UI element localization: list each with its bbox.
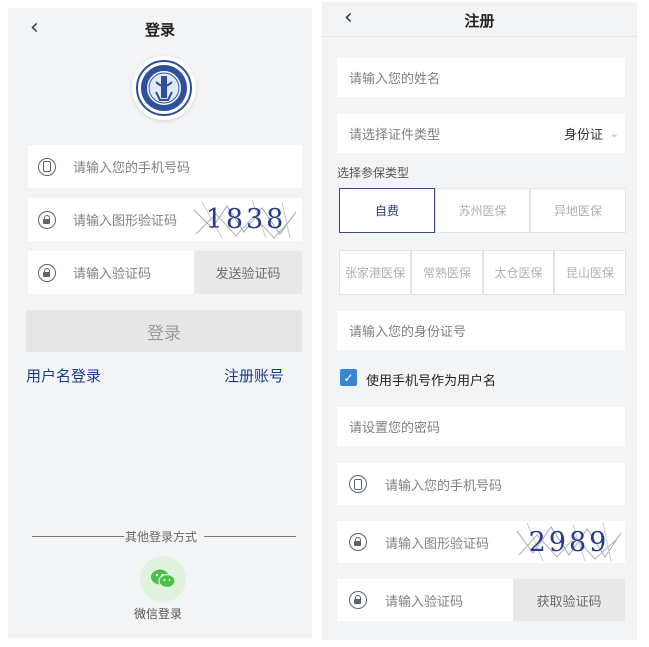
- code-input[interactable]: 请输入验证码: [73, 263, 151, 282]
- register-link[interactable]: 注册账号: [224, 365, 284, 386]
- captcha-input[interactable]: 请输入图形验证码: [385, 533, 489, 552]
- username-login-link[interactable]: 用户名登录: [26, 365, 101, 386]
- captcha-image[interactable]: 1838: [192, 198, 300, 241]
- get-code-button[interactable]: 获取验证码: [513, 579, 625, 621]
- divider-left: [32, 536, 124, 537]
- insurance-option-zhangjiagang[interactable]: 张家港医保: [339, 250, 411, 295]
- captcha-code-text: 2989: [528, 526, 610, 558]
- wechat-icon: [151, 569, 176, 589]
- id-type-select[interactable]: 请选择证件类型 身份证 ⌄: [337, 114, 625, 153]
- login-button[interactable]: 登录: [26, 310, 302, 352]
- lock-icon: [349, 533, 367, 551]
- page-title: 注册: [464, 12, 495, 30]
- code-input-row[interactable]: 请输入验证码 发送验证码: [28, 251, 302, 294]
- captcha-input-row[interactable]: 请输入图形验证码 1838: [28, 198, 302, 241]
- phone-input[interactable]: 请输入您的手机号码: [73, 157, 190, 176]
- captcha-input-row[interactable]: 请输入图形验证码 2989: [337, 521, 625, 563]
- divider-right: [204, 536, 296, 537]
- use-phone-checkbox-label: 使用手机号作为用户名: [366, 374, 497, 389]
- login-navbar: ‹ 登录: [8, 8, 312, 48]
- navbar-divider: [322, 36, 637, 37]
- page-title: 登录: [144, 21, 175, 39]
- chevron-down-icon: ⌄: [609, 127, 619, 140]
- phone-input[interactable]: 请输入您的手机号码: [385, 475, 502, 494]
- insurance-section-label: 选择参保类型: [337, 166, 410, 180]
- captcha-code-text: 1838: [205, 204, 287, 235]
- other-methods-label: 其他登录方式: [125, 530, 198, 544]
- lock-icon: [349, 591, 367, 609]
- insurance-option-self-pay[interactable]: 自费: [339, 188, 435, 233]
- id-number-input[interactable]: 请输入您的身份证号: [337, 311, 625, 350]
- hospital-emblem-icon: [136, 60, 192, 116]
- id-type-label: 请选择证件类型: [349, 128, 441, 143]
- login-screen: ‹ 登录 请输入您的手机号码 请输入图形验证码 1838 请输入验证码 发送验证…: [8, 8, 312, 638]
- phone-input-row[interactable]: 请输入您的手机号码: [337, 463, 625, 505]
- register-navbar: ‹ 注册: [322, 2, 637, 36]
- insurance-option-changshu[interactable]: 常熟医保: [411, 250, 483, 295]
- send-code-button[interactable]: 发送验证码: [194, 251, 302, 294]
- name-input[interactable]: 请输入您的姓名: [337, 58, 625, 97]
- wechat-login-label: 微信登录: [134, 607, 183, 621]
- password-input[interactable]: 请设置您的密码: [337, 407, 625, 446]
- id-number-placeholder: 请输入您的身份证号: [349, 325, 467, 340]
- code-input-row[interactable]: 请输入验证码 获取验证码: [337, 579, 625, 621]
- phone-icon: [349, 475, 367, 493]
- captcha-image[interactable]: 2989: [515, 521, 623, 563]
- hospital-logo: [132, 56, 196, 120]
- phone-icon: [38, 157, 56, 176]
- use-phone-checkbox[interactable]: ✓: [340, 369, 357, 386]
- id-type-value: 身份证: [563, 128, 603, 143]
- register-screen: ‹ 注册 请输入您的姓名 请选择证件类型 身份证 ⌄ 选择参保类型 自费 苏州医…: [322, 2, 637, 640]
- insurance-option-remote[interactable]: 异地医保: [530, 188, 626, 233]
- insurance-option-kunshan[interactable]: 昆山医保: [554, 250, 626, 295]
- password-placeholder: 请设置您的密码: [349, 421, 441, 436]
- lock-icon: [38, 263, 56, 282]
- code-input[interactable]: 请输入验证码: [385, 591, 463, 610]
- captcha-input[interactable]: 请输入图形验证码: [73, 210, 177, 229]
- insurance-option-suzhou[interactable]: 苏州医保: [435, 188, 530, 233]
- wechat-login-button[interactable]: [140, 556, 186, 602]
- lock-icon: [38, 210, 56, 229]
- phone-input-row[interactable]: 请输入您的手机号码: [28, 145, 302, 188]
- insurance-option-taicang[interactable]: 太仓医保: [483, 250, 554, 295]
- name-placeholder: 请输入您的姓名: [349, 72, 441, 87]
